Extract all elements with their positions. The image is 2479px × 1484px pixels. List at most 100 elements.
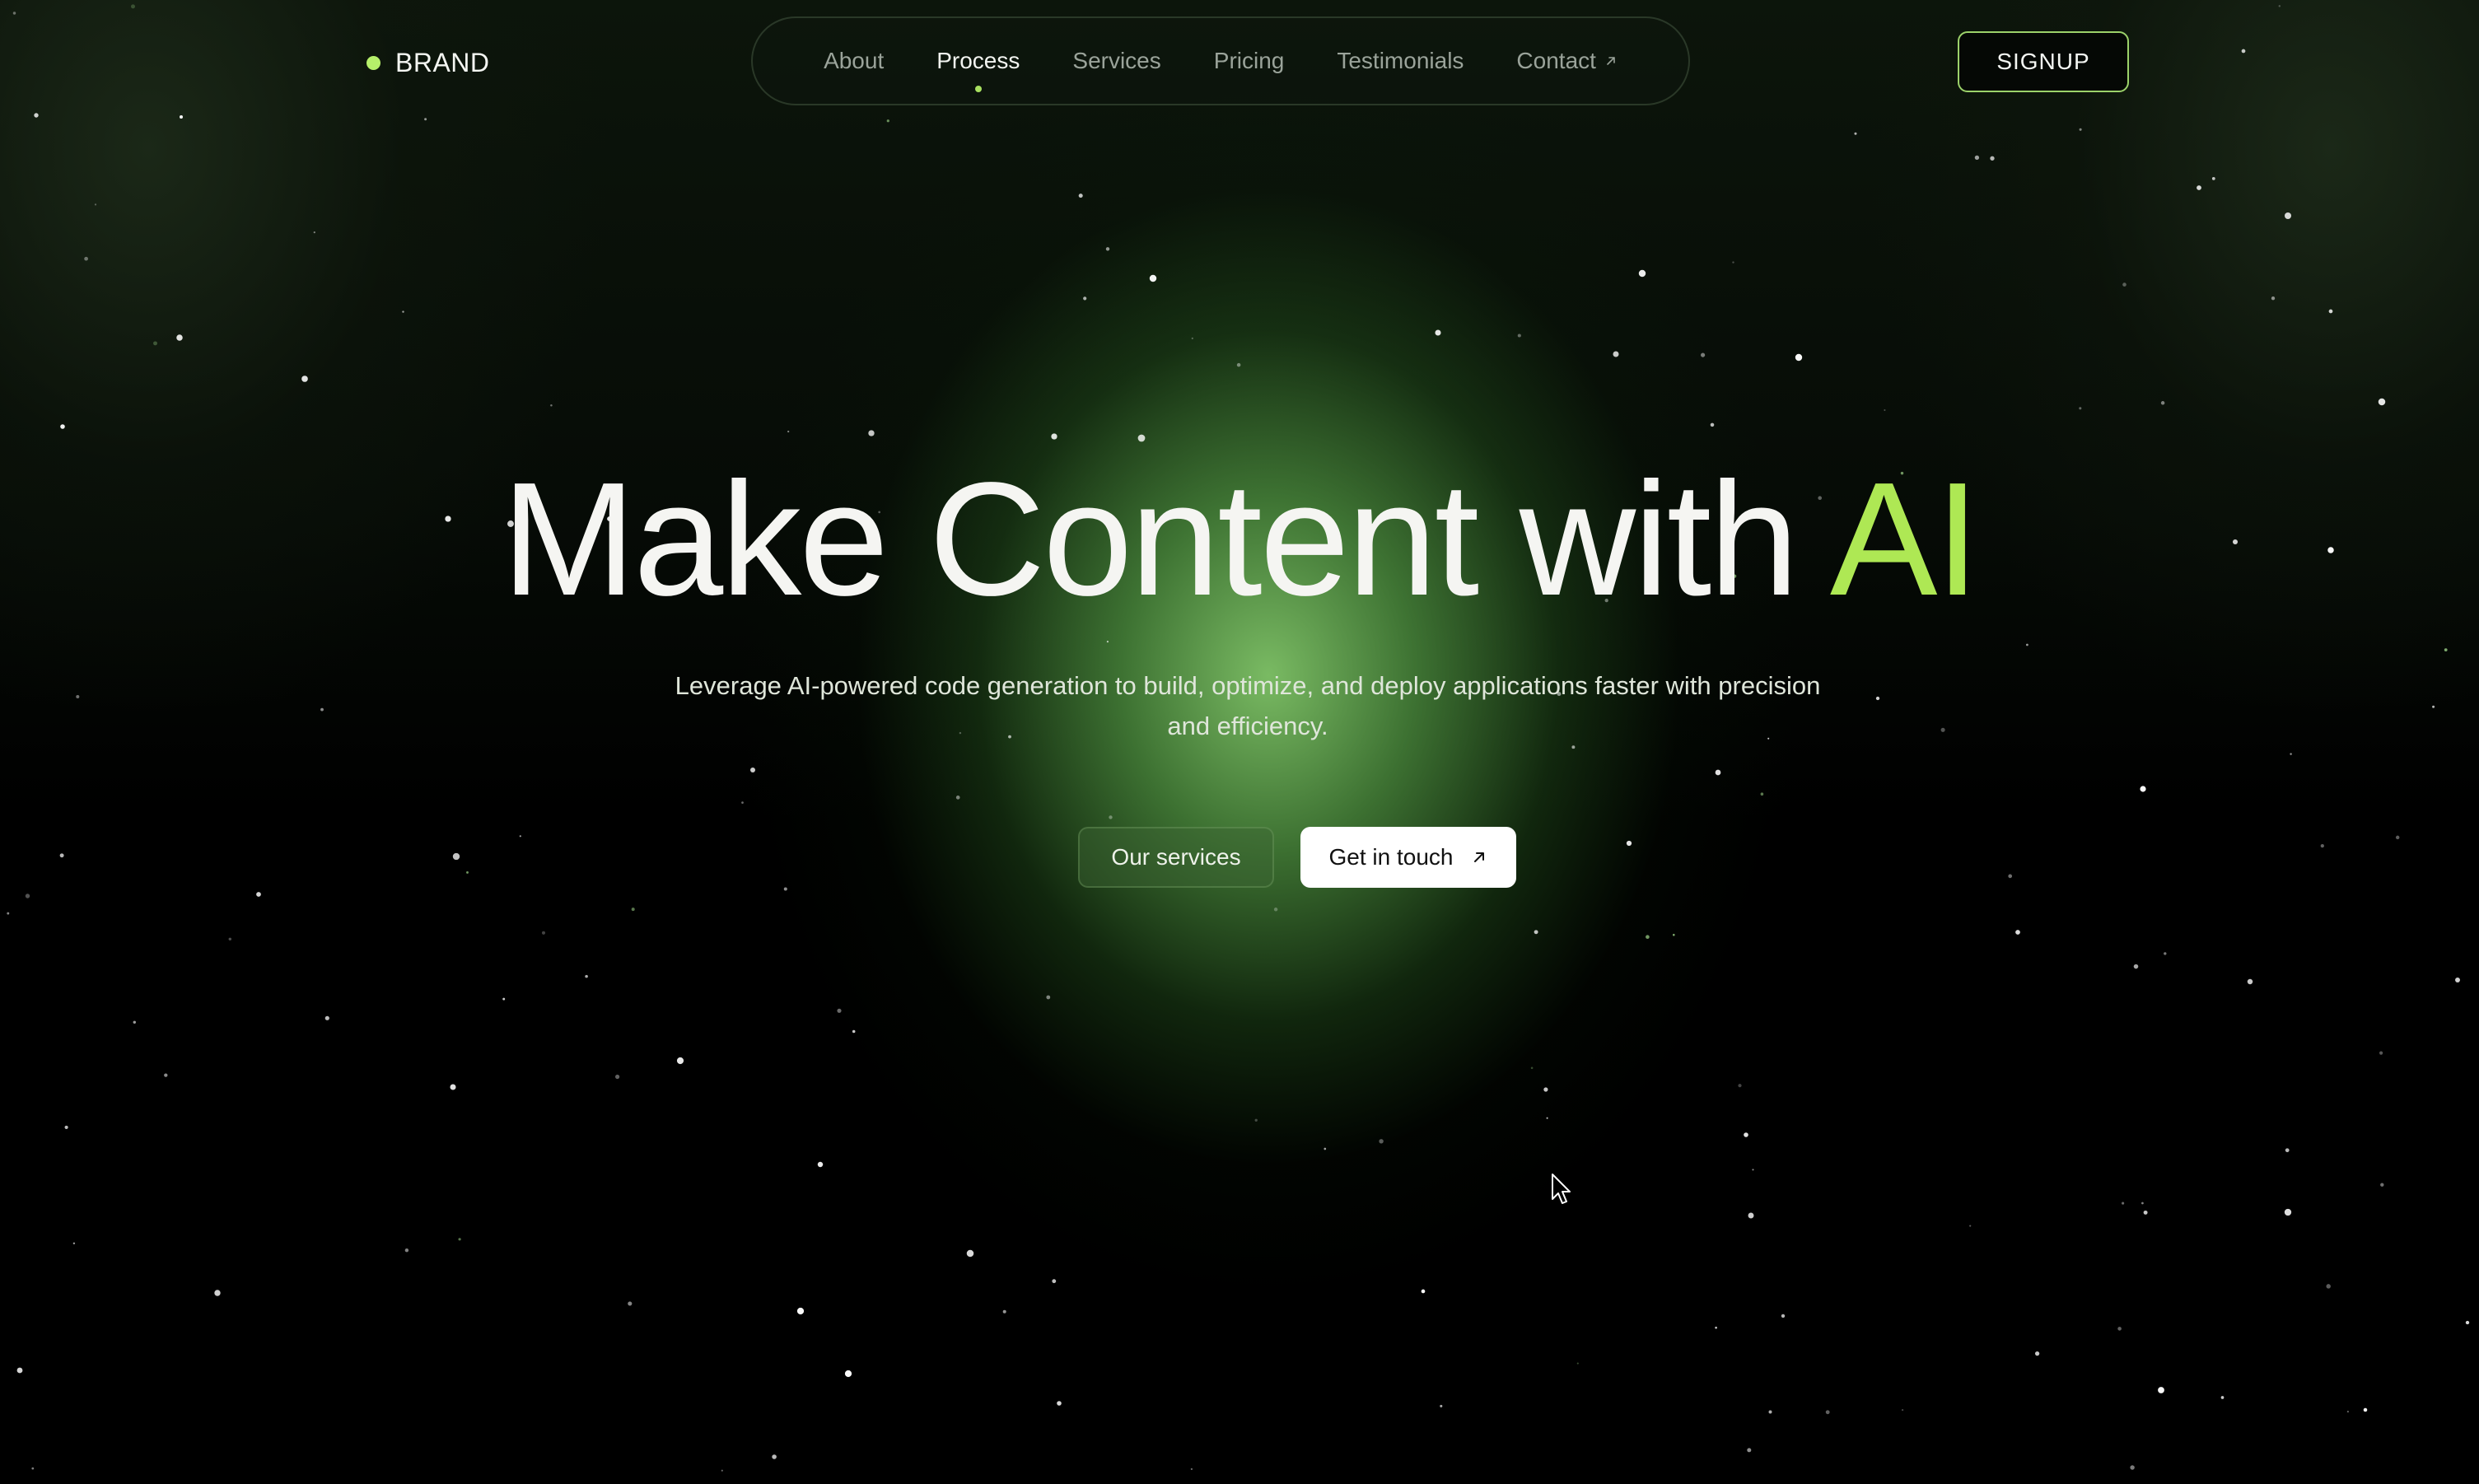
star (1613, 351, 1619, 357)
nav-item-about[interactable]: About (824, 48, 884, 74)
nav-item-label: Pricing (1213, 48, 1285, 73)
star (615, 1074, 620, 1080)
star (2117, 1327, 2122, 1331)
star (1854, 132, 1857, 135)
nav-item-contact[interactable]: Contact (1516, 48, 1618, 74)
star (2158, 1387, 2164, 1393)
star (2328, 309, 2333, 314)
star (1901, 1408, 1904, 1412)
star (1760, 792, 1764, 796)
star (749, 767, 756, 773)
star (1105, 247, 1110, 251)
star (1748, 1212, 1754, 1219)
star (2079, 407, 2082, 410)
star (1875, 696, 1880, 701)
star (2015, 930, 2020, 935)
star (1052, 1279, 1057, 1284)
star (60, 424, 65, 429)
star (1190, 1468, 1193, 1471)
star (2026, 643, 2028, 646)
star (256, 892, 261, 897)
star (1440, 1404, 1443, 1407)
star (844, 1370, 852, 1378)
star (2130, 1465, 2135, 1470)
star (1715, 769, 1721, 776)
star (34, 113, 39, 118)
star (64, 1125, 68, 1129)
get-in-touch-button[interactable]: Get in touch (1300, 827, 1516, 888)
nav-item-testimonials[interactable]: Testimonials (1337, 48, 1464, 74)
active-indicator-dot (974, 86, 982, 92)
star (164, 1073, 168, 1077)
star (2220, 1396, 2225, 1399)
star (76, 694, 80, 699)
star (2346, 1411, 2349, 1413)
star (1546, 1117, 1548, 1119)
star (2034, 1351, 2040, 1356)
star (2278, 5, 2281, 7)
nav-item-services[interactable]: Services (1072, 48, 1160, 74)
star (1752, 1169, 1754, 1171)
star (2133, 964, 2139, 969)
our-services-button[interactable]: Our services (1078, 827, 1274, 888)
star (1051, 433, 1057, 440)
star (2079, 128, 2082, 131)
button-label: Get in touch (1328, 844, 1454, 870)
star (84, 256, 88, 261)
star (741, 801, 744, 804)
hero-cta-group: Our services Get in touch (0, 827, 2479, 888)
star (450, 1084, 456, 1090)
star (2432, 705, 2435, 708)
nav-item-label: Services (1072, 48, 1161, 73)
nav-item-label: Process (936, 48, 1020, 73)
nav-item-process[interactable]: Process (936, 48, 1020, 92)
star (2380, 1183, 2384, 1187)
star (886, 119, 889, 123)
nav-item-label: Contact (1516, 48, 1596, 73)
star (2122, 1202, 2125, 1205)
star (631, 908, 635, 912)
star (12, 12, 16, 15)
brand-logo[interactable]: BRAND (366, 43, 490, 82)
star (1744, 1132, 1748, 1137)
star (214, 1290, 221, 1296)
star (25, 894, 30, 898)
star (1732, 261, 1734, 264)
star (2141, 1202, 2144, 1205)
mouse-pointer-icon (1552, 1174, 1571, 1204)
star (1273, 908, 1278, 912)
star (424, 118, 427, 121)
star (324, 1015, 329, 1020)
star (2363, 1407, 2368, 1412)
star (301, 376, 308, 382)
star (1940, 727, 1945, 732)
star (72, 1242, 76, 1245)
star (837, 1008, 842, 1013)
star (402, 310, 404, 313)
signup-button[interactable]: SIGNUP (1958, 31, 2129, 92)
star (2271, 296, 2276, 301)
star (2326, 1284, 2331, 1289)
star (133, 1020, 137, 1024)
star (787, 430, 790, 433)
star (2211, 177, 2215, 180)
star (1638, 269, 1646, 278)
star (1046, 995, 1051, 1000)
star (31, 1467, 35, 1470)
star (1646, 935, 1650, 940)
star (2122, 282, 2127, 287)
star (2284, 212, 2292, 220)
hero-title-main: Make Content with (501, 449, 1830, 629)
star (1057, 1401, 1062, 1406)
nav-item-pricing[interactable]: Pricing (1214, 48, 1285, 74)
star (1795, 353, 1803, 362)
star (676, 1057, 684, 1065)
star (1710, 422, 1715, 427)
star (1149, 274, 1157, 282)
star (94, 203, 97, 206)
star (1379, 1139, 1384, 1144)
star (1825, 1410, 1830, 1415)
star (458, 1238, 461, 1241)
star (153, 341, 157, 346)
star (2247, 978, 2253, 985)
